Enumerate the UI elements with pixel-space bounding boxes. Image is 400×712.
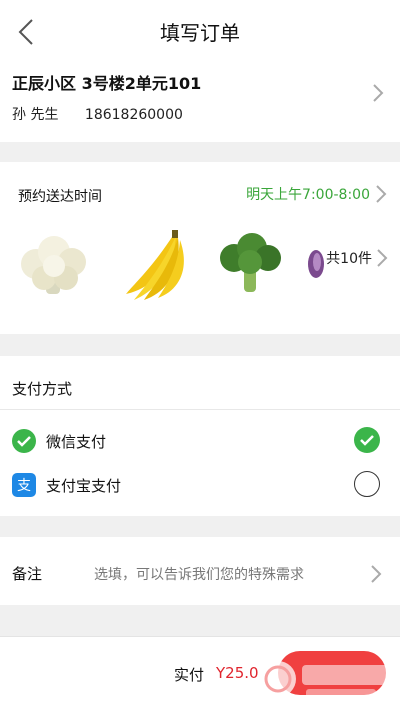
svg-text:支: 支 [17, 478, 31, 494]
product-thumbnails[interactable] [14, 228, 374, 308]
note-label: 备注 [12, 565, 43, 583]
payment-option-label: 支付宝支付 [46, 477, 122, 495]
payment-title: 支付方式 [12, 380, 73, 398]
chevron-right-icon[interactable] [376, 248, 388, 268]
radio-unselected[interactable] [354, 471, 380, 497]
contact-name: 孙 先生 [12, 107, 59, 123]
delivery-section: 预约送达时间 明天上午7:00-8:00 共10件 [0, 162, 400, 334]
navbar: 填写订单 [0, 0, 400, 62]
page-title: 填写订单 [160, 20, 240, 45]
wechat-pay-icon [12, 429, 36, 453]
watermark-logo [260, 661, 388, 699]
radio-selected[interactable] [354, 427, 380, 453]
note-section[interactable]: 备注 选填，可以告诉我们您的特殊需求 [0, 537, 400, 605]
footer-bar: 实付 Y25.0 [0, 636, 400, 712]
purple-cabbage-image [308, 250, 324, 278]
payment-option-wechat[interactable]: 微信支付 [0, 421, 400, 461]
back-arrow-icon[interactable] [14, 17, 40, 47]
check-icon [360, 435, 374, 446]
divider [0, 409, 400, 410]
delivery-time-value[interactable]: 明天上午7:00-8:00 [246, 184, 370, 204]
note-input[interactable]: 选填，可以告诉我们您的特殊需求 [94, 564, 304, 584]
total-label: 实付 [174, 666, 205, 684]
cauliflower-image [21, 236, 86, 294]
payment-section: 支付方式 微信支付 支 支付宝支付 [0, 356, 400, 516]
address-section[interactable]: 正辰小区 3号楼2单元101 孙 先生 18618260000 [0, 62, 400, 142]
payment-option-label: 微信支付 [46, 433, 107, 451]
payment-option-alipay[interactable]: 支 支付宝支付 [0, 465, 400, 505]
contact-info: 孙 先生 18618260000 [12, 104, 183, 124]
alipay-icon: 支 [12, 473, 36, 497]
broccoli-image [220, 233, 281, 292]
address-line: 正辰小区 3号楼2单元101 [12, 74, 202, 93]
item-count[interactable]: 共10件 [326, 248, 372, 268]
chevron-right-icon[interactable] [375, 184, 387, 204]
contact-phone: 18618260000 [84, 107, 183, 123]
banana-image [126, 230, 184, 300]
delivery-time-label: 预约送达时间 [18, 189, 102, 205]
chevron-right-icon [371, 565, 382, 583]
total-amount: Y25.0 [216, 664, 259, 682]
chevron-right-icon [373, 84, 384, 102]
